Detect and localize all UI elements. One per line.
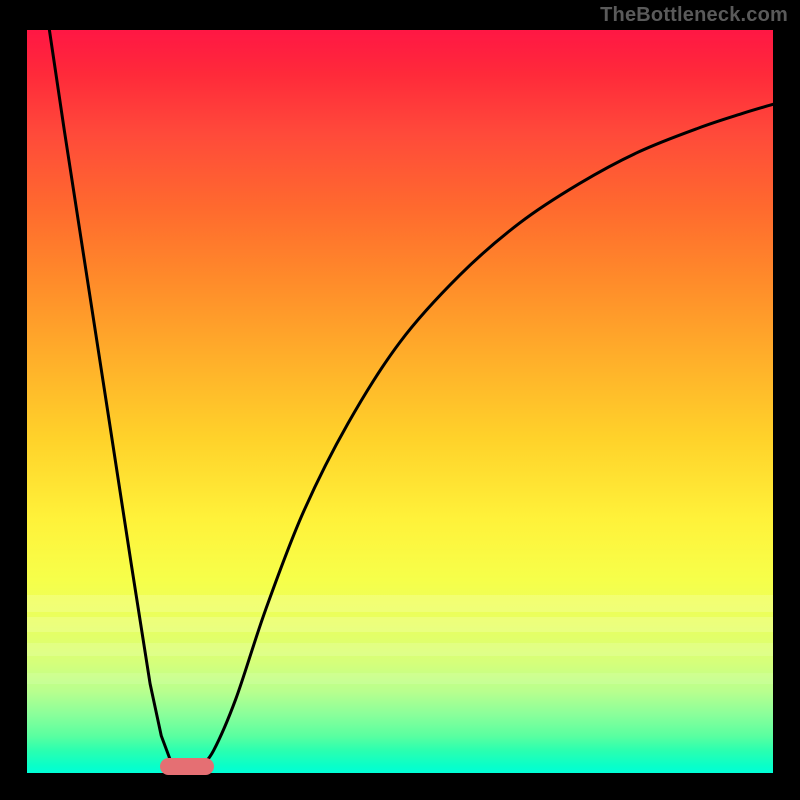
light-band xyxy=(27,595,773,612)
curve-right-branch xyxy=(199,104,773,769)
chart-stage: TheBottleneck.com xyxy=(0,0,800,800)
watermark-text: TheBottleneck.com xyxy=(600,4,788,27)
chart-curve-layer xyxy=(27,30,773,773)
light-band xyxy=(27,617,773,632)
dip-marker xyxy=(160,758,214,775)
light-band xyxy=(27,673,773,684)
light-band xyxy=(27,643,773,656)
chart-plot-area xyxy=(27,30,773,773)
curve-left-branch xyxy=(49,30,176,769)
